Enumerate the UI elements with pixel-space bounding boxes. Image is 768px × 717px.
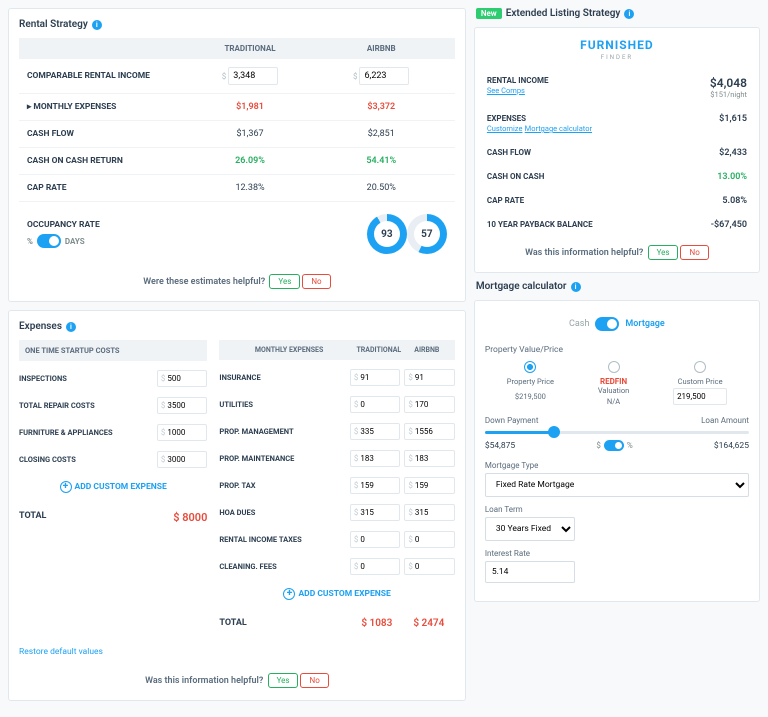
custom-price-input[interactable] [673,388,727,405]
rental-feedback: Were these estimates helpful? YesNo [19,266,455,291]
rental-no[interactable]: No [302,274,330,289]
info-icon[interactable]: i [571,282,581,292]
restore-defaults[interactable]: Restore default values [19,639,455,665]
mc-title: Mortgage calculatori [476,281,760,292]
expenses-title: Expensesi [19,321,455,332]
rental-header: TRADITIONALAIRBNB [19,38,455,59]
exp-feedback: Was this information helpful? YesNo [19,665,455,690]
maint-t[interactable] [360,451,396,466]
extended-title: NewExtended Listing Strategyi [476,8,760,19]
hoa-t[interactable] [360,505,396,520]
cash-mortgage-toggle[interactable]: CashMortgage [485,311,749,337]
inspections-input[interactable] [167,371,203,386]
ext-no[interactable]: No [680,245,708,260]
maint-a[interactable] [415,451,451,466]
furnished-finder-logo: FURNISHED [485,38,749,52]
rental-strategy-card: Rental Strategyi TRADITIONALAIRBNB COMPA… [8,8,466,302]
tax-a[interactable] [415,478,451,493]
row-mexp-label[interactable]: ▸ MONTHLY EXPENSES [27,102,184,112]
ins-t[interactable] [360,370,396,385]
see-comps-link[interactable]: See Comps [487,86,525,95]
info-icon[interactable]: i [92,20,102,30]
radio-property-price[interactable]: Property Price$219,500 [507,361,554,401]
exp-no[interactable]: No [300,673,328,688]
hoa-a[interactable] [415,505,451,520]
repair-input[interactable] [167,398,203,413]
occ-toggle[interactable] [37,234,61,248]
pm-a[interactable] [415,424,451,439]
add-startup-expense[interactable]: +ADD CUSTOM EXPENSE [19,473,207,501]
dp-unit-toggle[interactable] [604,440,624,451]
radio-custom[interactable]: Custom Price [673,361,727,405]
ext-feedback: Was this information helpful? YesNo [485,237,749,262]
rit-t[interactable] [360,532,396,547]
furniture-input[interactable] [167,425,203,440]
rental-yes[interactable]: Yes [269,274,300,289]
down-payment-slider[interactable] [485,431,749,434]
util-a[interactable] [415,397,451,412]
mortgage-type-select[interactable]: Fixed Rate Mortgage [485,473,749,497]
clean-t[interactable] [360,559,396,574]
ins-a[interactable] [415,370,451,385]
price-radios: Property Price$219,500 REDFINValuationN/… [485,361,749,406]
tax-t[interactable] [360,478,396,493]
expenses-card: Expensesi ONE TIME STARTUP COSTS INSPECT… [8,310,466,701]
income-trad-input[interactable] [228,67,278,85]
radio-redfin[interactable]: REDFINValuationN/A [598,361,629,406]
add-monthly-expense[interactable]: +ADD CUSTOM EXPENSE [219,580,454,608]
pm-t[interactable] [360,424,396,439]
mc-link[interactable]: Mortgage calculator [525,124,592,133]
ext-yes[interactable]: Yes [648,245,679,260]
mortgage-card: CashMortgage Property Value/Price Proper… [474,300,760,602]
clean-a[interactable] [415,559,451,574]
info-icon[interactable]: i [66,322,76,332]
interest-rate-input[interactable] [485,561,575,583]
loan-term-select[interactable]: 30 Years Fixed [485,517,575,541]
income-air-input[interactable] [359,67,409,85]
closing-input[interactable] [167,452,203,467]
customize-link[interactable]: Customize [487,124,523,133]
occupancy-row: OCCUPANCY RATE%Days 93 57 [19,202,455,266]
rit-a[interactable] [415,532,451,547]
exp-yes[interactable]: Yes [268,673,299,688]
rental-title: Rental Strategyi [19,19,455,30]
donut-air: 57 [407,214,447,254]
util-t[interactable] [360,397,396,412]
row-income: COMPARABLE RENTAL INCOME $ $ [19,59,455,94]
info-icon[interactable]: i [624,9,634,19]
donut-trad: 93 [367,214,407,254]
extended-card: FURNISHED FINDER RENTAL INCOMESee Comps$… [474,27,760,273]
